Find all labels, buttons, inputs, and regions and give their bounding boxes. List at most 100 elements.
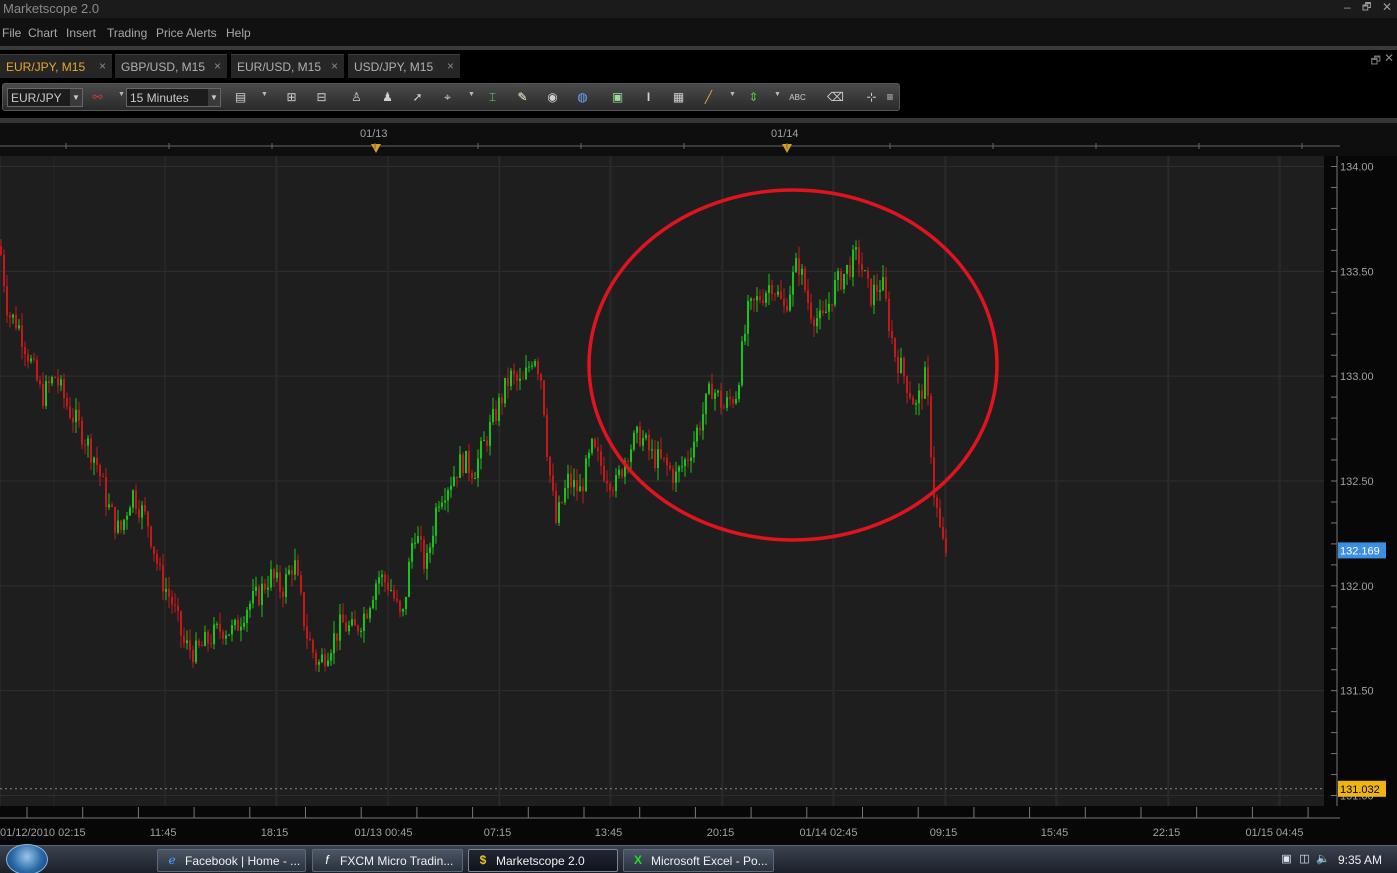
minimize-button[interactable]: –	[1344, 0, 1351, 14]
chevron-down-icon[interactable]: ▼	[729, 91, 736, 98]
candle-body	[228, 634, 230, 636]
tab-eur-jpy[interactable]: EUR/JPY, M15 ×	[0, 54, 112, 78]
tab-close-icon[interactable]: ×	[331, 59, 338, 73]
tab-usd-jpy[interactable]: USD/JPY, M15 ×	[348, 54, 460, 78]
candle-body	[159, 563, 161, 566]
candle-body	[84, 444, 86, 446]
time-axis-label: 01/14 02:45	[799, 827, 857, 839]
time-axis-label: 20:15	[707, 827, 735, 839]
clock[interactable]: 9:35 AM	[1338, 853, 1382, 867]
zoom-in-icon[interactable]: ⊞	[283, 89, 300, 106]
menu-price-alerts[interactable]: Price Alerts	[156, 26, 217, 40]
network-icon[interactable]: ▣	[1280, 852, 1293, 866]
image-icon[interactable]: ▣	[609, 89, 626, 106]
note-icon[interactable]: ✎	[514, 89, 531, 106]
chevron-down-icon[interactable]: ▼	[261, 91, 268, 98]
grid-icon[interactable]: ⊹	[863, 89, 880, 106]
candle-body	[90, 438, 92, 463]
candle-body	[345, 622, 347, 632]
menu-help[interactable]: Help	[226, 26, 251, 40]
candle-body	[723, 407, 725, 409]
taskbar-item-facebook[interactable]: ℯ Facebook | Home - ...	[157, 849, 306, 872]
tab-label: EUR/USD, M15	[237, 60, 322, 74]
more-icon[interactable]: ≡	[885, 89, 895, 106]
restore-button[interactable]: 🗗	[1362, 0, 1371, 17]
zoom-out-icon[interactable]: ⊟	[313, 89, 330, 106]
taskbar-item-excel[interactable]: X Microsoft Excel - Po...	[623, 849, 774, 872]
candle-body	[765, 292, 767, 303]
candle-body	[252, 590, 254, 604]
time-axis-label: 01/13 00:45	[354, 827, 412, 839]
line-tool-icon[interactable]: ╱	[700, 89, 717, 106]
menu-chart[interactable]: Chart	[28, 26, 57, 40]
candle-body	[231, 625, 233, 635]
arrow-marker-icon[interactable]: ⇕	[745, 89, 762, 106]
candle-body	[666, 457, 668, 466]
add-indicator-icon[interactable]: ♙	[348, 89, 365, 106]
candle-body	[585, 458, 587, 492]
candle-body	[546, 415, 548, 457]
eraser-icon[interactable]: ⌫	[827, 89, 844, 106]
eye-icon[interactable]: ◉	[544, 89, 561, 106]
candle-body	[6, 286, 8, 316]
start-button[interactable]	[6, 844, 48, 873]
menu-trading[interactable]: Trading	[107, 26, 147, 40]
candle-type-icon[interactable]: ▤	[232, 89, 249, 106]
tab-close-icon[interactable]: ×	[214, 59, 221, 73]
taskbar-item-fxcm[interactable]: f FXCM Micro Tradin...	[312, 849, 463, 872]
candle-body	[453, 476, 455, 486]
crosshair-icon[interactable]: ⌖	[439, 89, 456, 106]
candle-body	[903, 357, 905, 377]
candle-body	[654, 449, 656, 469]
restore-chart-icon[interactable]: 🗗	[1371, 52, 1381, 71]
candle-body	[891, 331, 893, 339]
data-box-icon[interactable]: ⌶	[484, 89, 501, 106]
menu-insert[interactable]: Insert	[66, 26, 96, 40]
candle-body	[219, 623, 221, 632]
chevron-down-icon[interactable]: ▼	[118, 91, 125, 98]
remove-indicator-icon[interactable]: ♟	[379, 89, 396, 106]
chart-canvas[interactable]: 01/1301/14131.00131.50132.00132.50133.00…	[0, 123, 1397, 845]
candle-body	[243, 622, 245, 627]
tab-eur-usd[interactable]: EUR/USD, M15 ×	[231, 54, 344, 78]
chevron-down-icon[interactable]: ▼	[774, 91, 781, 98]
candle-body	[684, 459, 686, 467]
candle-body	[333, 633, 335, 654]
candle-body	[246, 609, 248, 623]
windows-taskbar: ℯ Facebook | Home - ... f FXCM Micro Tra…	[0, 844, 1397, 873]
tab-gbp-usd[interactable]: GBP/USD, M15 ×	[115, 54, 227, 78]
chevron-down-icon[interactable]: ▼	[468, 91, 475, 98]
menu-file[interactable]: File	[2, 26, 21, 40]
candle-body	[402, 609, 404, 612]
taskbar-item-marketscope[interactable]: $ Marketscope 2.0	[468, 849, 618, 872]
candle-body	[318, 662, 320, 665]
price-chart[interactable]: 01/1301/14131.00131.50132.00132.50133.00…	[0, 123, 1397, 845]
tab-close-icon[interactable]: ×	[447, 59, 454, 73]
candle-body	[48, 381, 50, 384]
table-icon[interactable]: ▦	[670, 89, 687, 106]
candle-body	[942, 526, 944, 539]
candle-body	[189, 640, 191, 651]
abc-text-icon[interactable]: ABC	[789, 89, 806, 106]
instrument-select[interactable]: EUR/JPY ▼	[7, 88, 83, 107]
candle-body	[12, 314, 14, 318]
candle-body	[555, 490, 557, 523]
text-icon[interactable]: I	[640, 89, 657, 106]
candle-body	[645, 434, 647, 439]
monitor-icon[interactable]: ◫	[1298, 852, 1311, 866]
title-bar: Marketscope 2.0 – 🗗 ✕	[0, 0, 1397, 18]
candle-body	[483, 440, 485, 442]
link-icon[interactable]: ⚯	[89, 89, 106, 106]
close-button[interactable]: ✕	[1382, 0, 1392, 14]
tab-close-icon[interactable]: ×	[99, 59, 106, 73]
volume-icon[interactable]: 🔈	[1316, 852, 1330, 866]
candle-body	[486, 440, 488, 446]
candle-body	[309, 638, 311, 641]
cursor-icon[interactable]: ➚	[409, 89, 426, 106]
timeframe-select[interactable]: 15 Minutes ▼	[126, 88, 221, 107]
globe-icon[interactable]: ◍	[574, 89, 591, 106]
close-chart-icon[interactable]: ✕	[1384, 51, 1394, 65]
candle-body	[525, 367, 527, 379]
candle-body	[30, 358, 32, 362]
candle-body	[423, 539, 425, 569]
